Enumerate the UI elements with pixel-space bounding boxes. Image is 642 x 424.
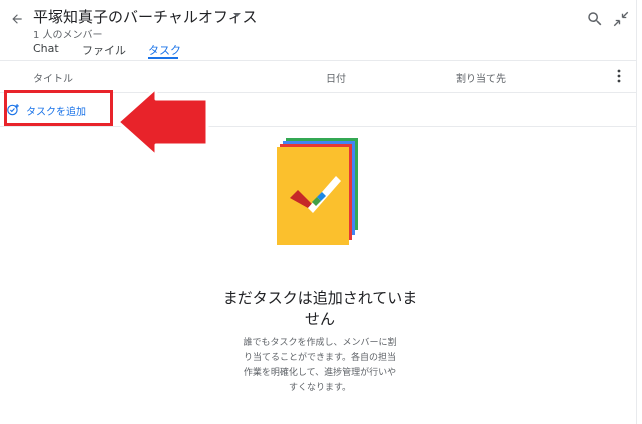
- search-icon: [588, 12, 602, 26]
- more-options-button[interactable]: [612, 68, 626, 84]
- member-count: 1 人のメンバー: [33, 30, 103, 41]
- empty-tasks-illustration: [277, 138, 358, 245]
- arrow-back-icon: [12, 14, 22, 24]
- row-divider: [0, 126, 636, 127]
- empty-state-description: 誰でもタスクを作成し、メンバーに割り当てることができます。各自の担当作業を明確化…: [243, 338, 397, 393]
- space-menu-button[interactable]: [230, 8, 244, 22]
- collapse-icon: [613, 11, 629, 27]
- column-title[interactable]: タイトル: [33, 70, 73, 85]
- column-assignee[interactable]: 割り当て先: [456, 70, 506, 85]
- tab-files[interactable]: ファイル: [82, 42, 126, 58]
- tab-tasks[interactable]: タスク: [148, 42, 181, 58]
- caret-down-icon: [233, 13, 241, 17]
- tab-chat[interactable]: Chat: [33, 42, 59, 55]
- more-vert-icon: [617, 69, 621, 83]
- search-button[interactable]: [586, 10, 604, 28]
- space-title: 平塚知真子のバーチャルオフィス: [33, 8, 258, 26]
- empty-state-title: まだタスクは追加されていません: [222, 289, 418, 328]
- tabs-divider: [0, 60, 636, 61]
- highlight-box: [4, 90, 113, 126]
- panel-edge: [636, 0, 637, 424]
- column-date[interactable]: 日付: [326, 70, 346, 85]
- pointer-arrow-icon: [116, 86, 209, 158]
- back-button[interactable]: [6, 8, 28, 30]
- collapse-button[interactable]: [612, 10, 630, 28]
- active-tab-indicator: [148, 57, 178, 59]
